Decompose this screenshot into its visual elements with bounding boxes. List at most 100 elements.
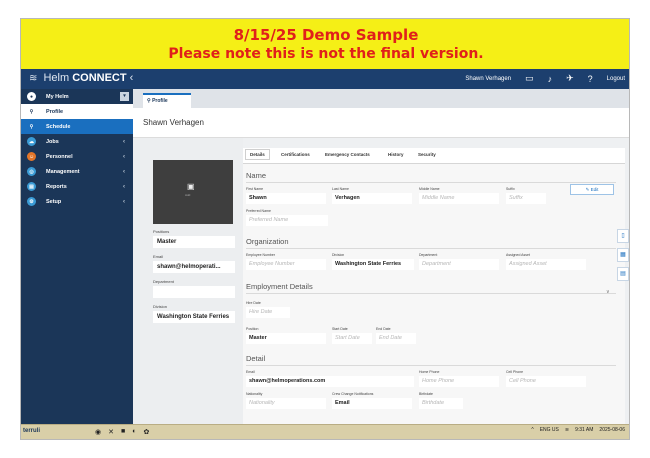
help-icon[interactable]: ?	[588, 74, 593, 84]
end-date-field[interactable]: End Date	[376, 333, 416, 344]
pencil-icon: ✎	[585, 187, 590, 192]
app-icon[interactable]: ■	[121, 428, 125, 436]
calendar-icon[interactable]: ▦	[617, 248, 629, 262]
reports-icon: ▤	[27, 182, 36, 191]
language-indicator[interactable]: ENG US	[540, 427, 559, 433]
user-name[interactable]: Shawn Verhagen	[465, 76, 511, 82]
division-label: Division	[153, 304, 168, 309]
edit-button[interactable]: ✎ Edit	[570, 184, 614, 195]
tab-security[interactable]: Security	[418, 152, 436, 157]
hire-date-field[interactable]: Hire Date	[246, 307, 290, 318]
helm-logo-icon: ≋	[29, 73, 38, 84]
banner-line-1: 8/15/25 Demo Sample	[233, 26, 419, 44]
banner-line-2: Please note this is not the final versio…	[168, 46, 484, 62]
bell-icon[interactable]: ♪	[548, 74, 553, 84]
brand-logo[interactable]: ≋ Helm CONNECT ‹	[29, 72, 133, 84]
sidebar-item-jobs[interactable]: ☁ Jobs ‹	[21, 134, 133, 149]
section-name-title: Name	[246, 171, 267, 180]
clock-time[interactable]: 9:31 AM	[575, 427, 593, 433]
details-panel: Details Certifications Emergency Contact…	[243, 148, 625, 424]
monitor-icon[interactable]: ▭	[525, 73, 534, 84]
position-label: Positions	[153, 229, 170, 234]
tray-expand-icon[interactable]: ^	[531, 427, 533, 433]
suffix-field[interactable]: Suffix	[506, 193, 546, 204]
divider	[246, 293, 616, 294]
sidebar-item-label: Management	[46, 168, 80, 175]
demo-banner: 8/15/25 Demo Sample Please note this is …	[21, 19, 629, 69]
department-field[interactable]: Department	[419, 259, 499, 270]
sidebar-item-schedule[interactable]: ⚲ Schedule	[21, 119, 133, 134]
system-tray: ^ ENG US ≋ 9:31 AM 2025-08-06	[531, 427, 625, 433]
start-date-field[interactable]: Start Date	[332, 333, 372, 344]
sidebar-item-my-helm[interactable]: ● My Helm ▾	[21, 89, 133, 104]
top-navbar: ≋ Helm CONNECT ‹ Shawn Verhagen ▭ ♪ ✈ ? …	[21, 69, 629, 89]
tab-emergency-contacts[interactable]: Emergency Contacts	[325, 152, 370, 157]
birthdate-label: Birthdate	[419, 392, 434, 396]
sidebar-item-management[interactable]: ◎ Management ‹	[21, 164, 133, 179]
email-field[interactable]: shawn@helmoperations.com	[246, 376, 414, 387]
birthdate-field[interactable]: Birthdate	[419, 398, 463, 409]
nationality-field[interactable]: Nationality	[246, 398, 326, 409]
last-name-field[interactable]: Verhagen	[332, 193, 412, 204]
employee-number-field[interactable]: Employee Number	[246, 259, 326, 270]
sidebar-item-label: My Helm	[46, 93, 69, 100]
edge-icon[interactable]: ◐	[132, 428, 136, 436]
pin-icon[interactable]: ✈	[566, 73, 574, 84]
assigned-asset-label: Assigned Asset	[506, 253, 530, 257]
tab-label: Profile	[152, 98, 168, 104]
tab-details[interactable]: Details	[245, 149, 270, 160]
document-icon[interactable]: ▤	[617, 267, 629, 281]
middle-name-field[interactable]: Middle Name	[419, 193, 499, 204]
sidebar-item-reports[interactable]: ▤ Reports ‹	[21, 179, 133, 194]
section-detail-title: Detail	[246, 354, 266, 363]
home-phone-label: Home Phone	[419, 370, 440, 374]
sidebar-item-label: Profile	[46, 108, 64, 115]
edit-label: Edit	[590, 187, 599, 192]
clipboard-icon[interactable]: ▯	[617, 229, 629, 243]
right-rail: ▯ ▦ ▤	[617, 229, 629, 286]
chevron-down-icon[interactable]: ▾	[120, 92, 129, 101]
clock-date[interactable]: 2025-08-06	[599, 427, 625, 433]
division-field[interactable]: Washington State Ferries	[332, 259, 414, 270]
chrome-icon[interactable]: ◉	[95, 428, 101, 436]
taskbar-apps: ◉ ✕ ■ ◐ ✿	[95, 428, 149, 436]
chevron-down-icon[interactable]: ∨	[606, 289, 610, 295]
email-label: Email	[153, 254, 164, 259]
nationality-label: Nationality	[246, 392, 263, 396]
hire-date-label: Hire Date	[246, 301, 261, 305]
chevron-left-icon: ‹	[123, 183, 125, 190]
tab-history[interactable]: History	[388, 152, 404, 157]
assigned-asset-field[interactable]: Assigned Asset	[506, 259, 586, 270]
tab-profile[interactable]: ⚲ Profile	[143, 93, 191, 108]
email-label: Email	[246, 370, 255, 374]
preferred-name-field[interactable]: Preferred Name	[246, 215, 328, 226]
tab-certifications[interactable]: Certifications	[281, 152, 310, 157]
photo-label: Add	[185, 193, 191, 197]
profile-summary: ▣ Add Positions Master Email shawn@helmo…	[133, 138, 243, 424]
wifi-icon[interactable]: ≋	[565, 427, 569, 433]
sidebar-item-label: Personnel	[46, 153, 73, 160]
crew-change-field[interactable]: Email	[332, 398, 412, 409]
middle-name-label: Middle Name	[419, 187, 440, 191]
sidebar-item-personnel[interactable]: ☺ Personnel ‹	[21, 149, 133, 164]
cell-phone-field[interactable]: Cell Phone	[506, 376, 586, 387]
home-phone-field[interactable]: Home Phone	[419, 376, 499, 387]
section-organization-title: Organization	[246, 237, 289, 246]
sidebar-item-profile[interactable]: ⚲ Profile	[21, 104, 133, 119]
paint-icon[interactable]: ✿	[143, 428, 149, 436]
profile-photo[interactable]: ▣ Add	[153, 160, 233, 224]
first-name-field[interactable]: Shawn	[246, 193, 326, 204]
collapse-sidebar-icon[interactable]: ‹	[130, 72, 134, 84]
screenshot-frame: 8/15/25 Demo Sample Please note this is …	[20, 18, 630, 440]
sidebar-item-setup[interactable]: ⚙ Setup ‹	[21, 194, 133, 209]
sidebar-item-label: Schedule	[46, 123, 71, 130]
logout-link[interactable]: Logout	[607, 76, 625, 82]
detail-tabs: Details Certifications Emergency Contact…	[243, 148, 625, 164]
person-icon: ⚲	[27, 107, 36, 116]
taskbar-start[interactable]: terruli	[23, 428, 40, 434]
user-icon: ●	[27, 92, 36, 101]
position-field[interactable]: Master	[246, 333, 326, 344]
brand-prefix: Helm	[43, 72, 70, 84]
vscode-icon[interactable]: ✕	[108, 428, 114, 436]
sidebar-item-label: Setup	[46, 198, 62, 205]
